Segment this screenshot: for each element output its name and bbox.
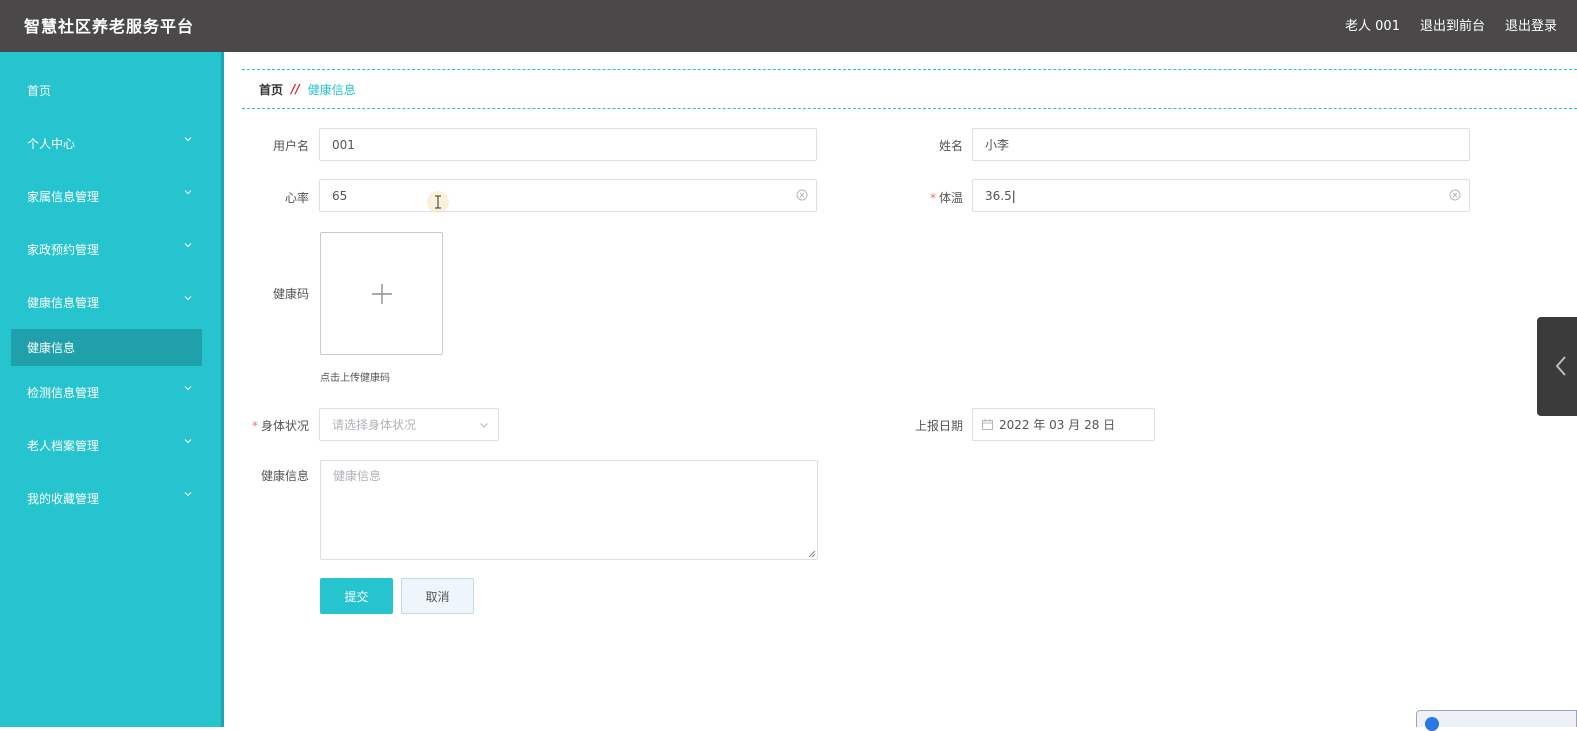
sidebar: 首页 个人中心 家属信息管理 家政预约管理 健康信息管理 健康信息 检测信息管理…	[0, 52, 224, 727]
app-title: 智慧社区养老服务平台	[24, 17, 195, 36]
cancel-button[interactable]: 取消	[401, 578, 474, 614]
floating-toolbar-widget[interactable]	[1416, 710, 1577, 731]
chevron-down-icon	[184, 241, 192, 249]
chevron-down-icon	[184, 188, 192, 196]
sidebar-item-family-info[interactable]: 家属信息管理	[0, 176, 221, 216]
heart-rate-label: 心率	[284, 191, 309, 205]
sidebar-item-housekeeping[interactable]: 家政预约管理	[0, 229, 221, 269]
sidebar-item-home[interactable]: 首页	[0, 70, 221, 110]
sidebar-item-health-management[interactable]: 健康信息管理	[0, 282, 221, 322]
name-label: 姓名	[938, 139, 963, 153]
breadcrumb-home[interactable]: 首页	[259, 81, 283, 98]
sidebar-item-label: 个人中心	[27, 136, 76, 151]
sidebar-item-elder-archive[interactable]: 老人档案管理	[0, 425, 221, 465]
upload-tip: 点击上传健康码	[320, 373, 390, 384]
sidebar-item-personal-center[interactable]: 个人中心	[0, 123, 221, 163]
exit-to-front-link[interactable]: 退出到前台	[1420, 15, 1485, 34]
calendar-icon	[982, 419, 993, 430]
current-user-label: 老人 001	[1345, 19, 1400, 34]
logout-link[interactable]: 退出登录	[1505, 15, 1557, 34]
chevron-down-icon	[184, 437, 192, 445]
sidebar-item-label: 家属信息管理	[27, 189, 100, 204]
temperature-label: * 体温	[929, 191, 963, 205]
sidebar-subitem-health-info[interactable]: 健康信息	[11, 329, 202, 366]
username-label: 用户名	[272, 139, 309, 153]
condition-label: * 身体状况	[251, 419, 309, 433]
submit-button[interactable]: 提交	[320, 578, 393, 614]
health-info-label: 健康信息	[260, 469, 309, 483]
sidebar-item-favorites[interactable]: 我的收藏管理	[0, 478, 221, 518]
sidebar-item-label: 我的收藏管理	[27, 491, 100, 506]
chevron-down-icon	[184, 490, 192, 498]
chevron-down-icon	[184, 384, 192, 392]
health-code-upload[interactable]	[320, 232, 443, 355]
condition-select[interactable]: 请选择身体状况	[319, 408, 499, 441]
text-cursor-icon	[427, 191, 449, 213]
side-drawer-toggle[interactable]	[1537, 317, 1577, 416]
username-input[interactable]: 001	[319, 128, 817, 161]
temperature-input[interactable]: 36.5 |	[972, 179, 1470, 212]
sidebar-item-detection-info[interactable]: 检测信息管理	[0, 372, 221, 412]
plus-icon	[371, 283, 392, 304]
sidebar-item-label: 首页	[27, 83, 52, 98]
sidebar-item-label: 健康信息管理	[27, 295, 100, 310]
report-date-picker[interactable]: 2022 年 03 月 28 日	[972, 408, 1155, 441]
main-content: 首页 // 健康信息 用户名 001 姓名 小李 心率 65 * 体温 36.5 |…	[224, 52, 1577, 727]
top-header: 智慧社区养老服务平台 老人 001 退出到前台 退出登录	[0, 0, 1577, 52]
sidebar-item-label: 家政预约管理	[27, 242, 100, 257]
name-input[interactable]: 小李	[972, 128, 1470, 161]
health-info-textarea[interactable]: 健康信息	[320, 460, 818, 560]
breadcrumb-current: 健康信息	[307, 82, 356, 97]
breadcrumb: 首页 // 健康信息	[242, 69, 1577, 109]
chevron-down-icon	[184, 135, 192, 143]
heart-rate-input[interactable]: 65	[319, 179, 817, 212]
health-code-label: 健康码	[272, 287, 309, 301]
resize-handle-icon[interactable]	[808, 550, 816, 558]
sidebar-item-label: 健康信息	[27, 341, 76, 355]
report-date-label: 上报日期	[914, 419, 963, 433]
chevron-down-icon	[479, 420, 489, 430]
chevron-down-icon	[184, 294, 192, 302]
chevron-left-icon	[1555, 356, 1566, 376]
widget-logo-icon	[1425, 717, 1439, 731]
breadcrumb-separator: //	[291, 82, 300, 96]
clear-icon[interactable]	[1449, 189, 1461, 201]
clear-icon[interactable]	[796, 189, 808, 201]
sidebar-item-label: 检测信息管理	[27, 385, 100, 400]
header-links: 老人 001 退出到前台 退出登录	[1345, 15, 1557, 34]
sidebar-item-label: 老人档案管理	[27, 438, 100, 453]
